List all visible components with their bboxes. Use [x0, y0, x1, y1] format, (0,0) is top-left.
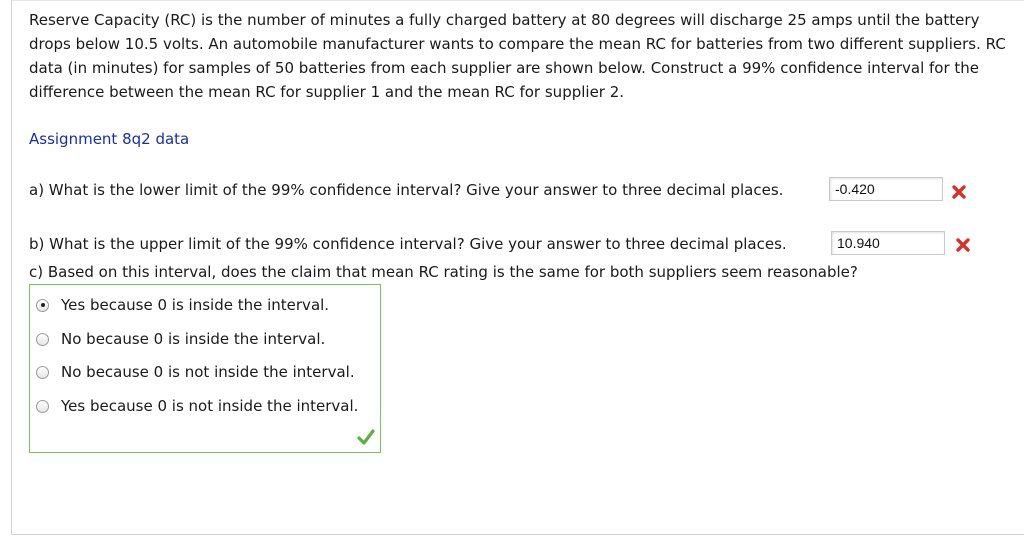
data-link[interactable]: Assignment 8q2 data	[29, 130, 189, 148]
part-b-prompt: b) What is the upper limit of the 99% co…	[29, 235, 787, 253]
correct-check-icon	[357, 429, 375, 445]
option-label: Yes because 0 is inside the interval.	[61, 296, 330, 314]
option-label: No because 0 is inside the interval.	[61, 330, 326, 348]
radio-button[interactable]	[36, 332, 49, 346]
option-no-inside[interactable]: No because 0 is inside the interval.	[36, 328, 325, 350]
part-c-prompt: c) Based on this interval, does the clai…	[29, 263, 858, 281]
part-a-prompt: a) What is the lower limit of the 99% co…	[29, 181, 784, 199]
question-text: Reserve Capacity (RC) is the number of m…	[29, 11, 1006, 101]
option-yes-not-inside[interactable]: Yes because 0 is not inside the interval…	[36, 395, 358, 417]
radio-button[interactable]	[36, 399, 49, 413]
incorrect-x-icon	[956, 238, 970, 252]
option-yes-inside[interactable]: Yes because 0 is inside the interval.	[36, 294, 329, 316]
incorrect-x-icon	[952, 185, 966, 199]
answer-options-group: Yes because 0 is inside the interval. No…	[29, 284, 381, 453]
option-label: No because 0 is not inside the interval.	[61, 363, 355, 381]
option-no-not-inside[interactable]: No because 0 is not inside the interval.	[36, 361, 355, 383]
part-a-answer-input[interactable]	[829, 177, 943, 201]
radio-button[interactable]	[36, 365, 49, 379]
radio-button-selected[interactable]	[36, 298, 49, 312]
option-label: Yes because 0 is not inside the interval…	[61, 397, 359, 415]
part-b-answer-input[interactable]	[831, 231, 945, 255]
